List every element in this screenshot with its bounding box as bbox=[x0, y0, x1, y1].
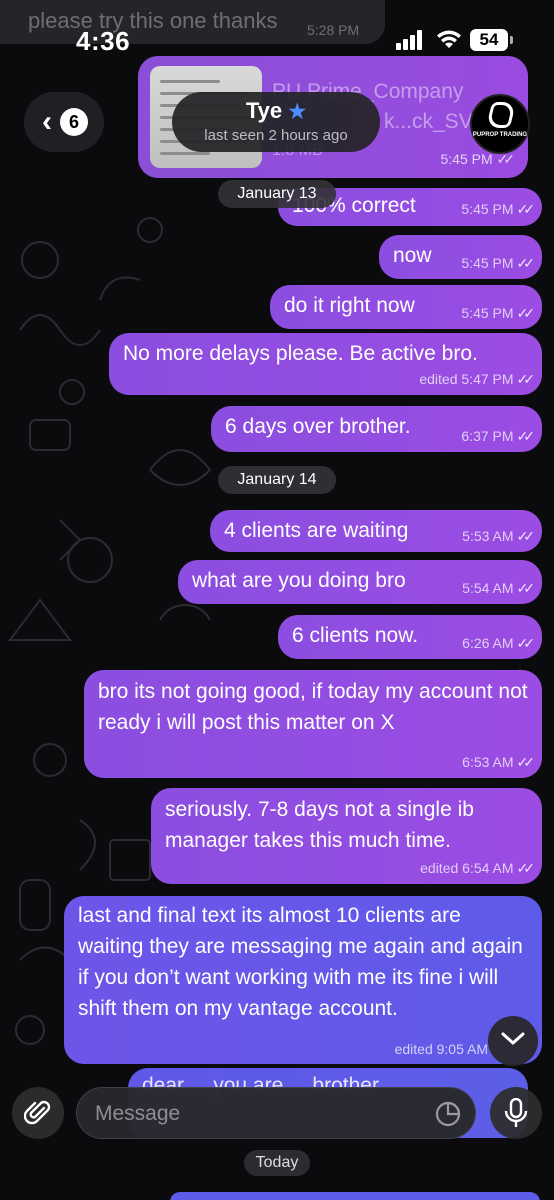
message-bubble[interactable]: what are you doing bro 5:54 AM ✓✓ bbox=[178, 560, 542, 604]
composer-bar: Message bbox=[0, 1078, 554, 1148]
message-text: what are you doing bro bbox=[192, 569, 406, 592]
message-bubble[interactable]: 6 days over brother. 6:37 PM ✓✓ bbox=[211, 406, 542, 452]
message-input-placeholder: Message bbox=[95, 1102, 181, 1125]
message-bubble[interactable]: now 5:45 PM ✓✓ bbox=[379, 235, 542, 279]
star-icon: ★ bbox=[288, 101, 307, 123]
message-text: 6 clients now. bbox=[292, 624, 419, 647]
message-meta: edited 6:54 AM ✓✓ bbox=[420, 860, 535, 876]
message-text: do it right now bbox=[284, 294, 415, 317]
voice-message-button[interactable] bbox=[490, 1087, 542, 1139]
contact-name-row: Tye ★ bbox=[172, 98, 380, 124]
date-separator-today: Today bbox=[244, 1150, 310, 1176]
message-meta: 6:53 AM ✓✓ bbox=[462, 754, 535, 770]
message-text: last and final text its almost 10 client… bbox=[78, 904, 523, 1020]
contact-name: Tye bbox=[245, 98, 283, 123]
message-text: 4 clients are waiting bbox=[224, 519, 409, 542]
message-bubble[interactable]: last and final text its almost 10 client… bbox=[64, 896, 542, 1064]
message-meta: 5:45 PM ✓✓ bbox=[461, 305, 535, 321]
message-bubble[interactable]: 4 clients are waiting 5:53 AM ✓✓ bbox=[210, 510, 542, 552]
message-text: now bbox=[393, 244, 432, 267]
status-bar: 4:36 54 bbox=[0, 0, 554, 60]
last-seen-status: last seen 2 hours ago bbox=[204, 127, 348, 144]
message-meta: 6:37 PM ✓✓ bbox=[461, 428, 535, 444]
message-bubble[interactable]: 6 clients now. 6:26 AM ✓✓ bbox=[278, 615, 542, 659]
back-button[interactable]: ‹ 6 bbox=[24, 92, 104, 152]
unread-count-badge: 6 bbox=[60, 108, 88, 136]
microphone-icon bbox=[504, 1097, 528, 1127]
message-bubble[interactable]: bro its not going good, if today my acco… bbox=[84, 670, 542, 778]
message-bubble[interactable]: No more delays please. Be active bro. ed… bbox=[109, 333, 542, 395]
message-meta: 5:45 PM ✓✓ bbox=[461, 255, 535, 271]
message-meta: 5:45 PM ✓✓ bbox=[461, 201, 535, 217]
avatar[interactable]: PUPROP TRADING bbox=[470, 94, 530, 154]
message-meta: 5:53 AM ✓✓ bbox=[462, 528, 535, 544]
chat-title[interactable]: Tye ★ last seen 2 hours ago bbox=[172, 92, 380, 152]
status-time: 4:36 bbox=[76, 26, 131, 56]
chevron-left-icon: ‹ bbox=[42, 105, 52, 138]
brand-logo-icon bbox=[485, 102, 517, 128]
message-meta: 6:26 AM ✓✓ bbox=[462, 635, 535, 651]
date-separator: January 13 bbox=[218, 180, 336, 208]
message-text: bro its not going good, if today my acco… bbox=[98, 680, 528, 734]
date-separator: January 14 bbox=[218, 466, 336, 494]
paperclip-icon bbox=[23, 1100, 51, 1125]
message-meta: edited 9:05 AM bbox=[394, 1041, 488, 1057]
message-text: 6 days over brother. bbox=[225, 415, 411, 438]
wifi-icon bbox=[437, 30, 461, 48]
chevron-down-icon bbox=[501, 1032, 525, 1045]
message-meta: edited 5:47 PM ✓✓ bbox=[419, 371, 535, 387]
scroll-to-bottom-button[interactable] bbox=[488, 1016, 538, 1066]
attach-button[interactable] bbox=[12, 1087, 64, 1139]
message-bubble[interactable]: do it right now 5:45 PM ✓✓ bbox=[270, 285, 542, 329]
message-bubble-peek[interactable] bbox=[170, 1192, 540, 1200]
message-bubble[interactable]: seriously. 7-8 days not a single ib mana… bbox=[151, 788, 542, 884]
cellular-signal-icon bbox=[396, 30, 422, 50]
message-text: seriously. 7-8 days not a single ib mana… bbox=[165, 798, 474, 852]
message-meta: 5:54 AM ✓✓ bbox=[462, 580, 535, 596]
message-text: No more delays please. Be active bro. bbox=[123, 342, 478, 365]
message-input[interactable]: Message bbox=[76, 1087, 476, 1139]
document-name-suffix: k...ck_SV bbox=[384, 110, 473, 133]
avatar-label: PUPROP TRADING bbox=[472, 132, 528, 138]
battery-indicator: 54 bbox=[470, 29, 513, 51]
sticker-icon[interactable] bbox=[435, 1101, 461, 1127]
